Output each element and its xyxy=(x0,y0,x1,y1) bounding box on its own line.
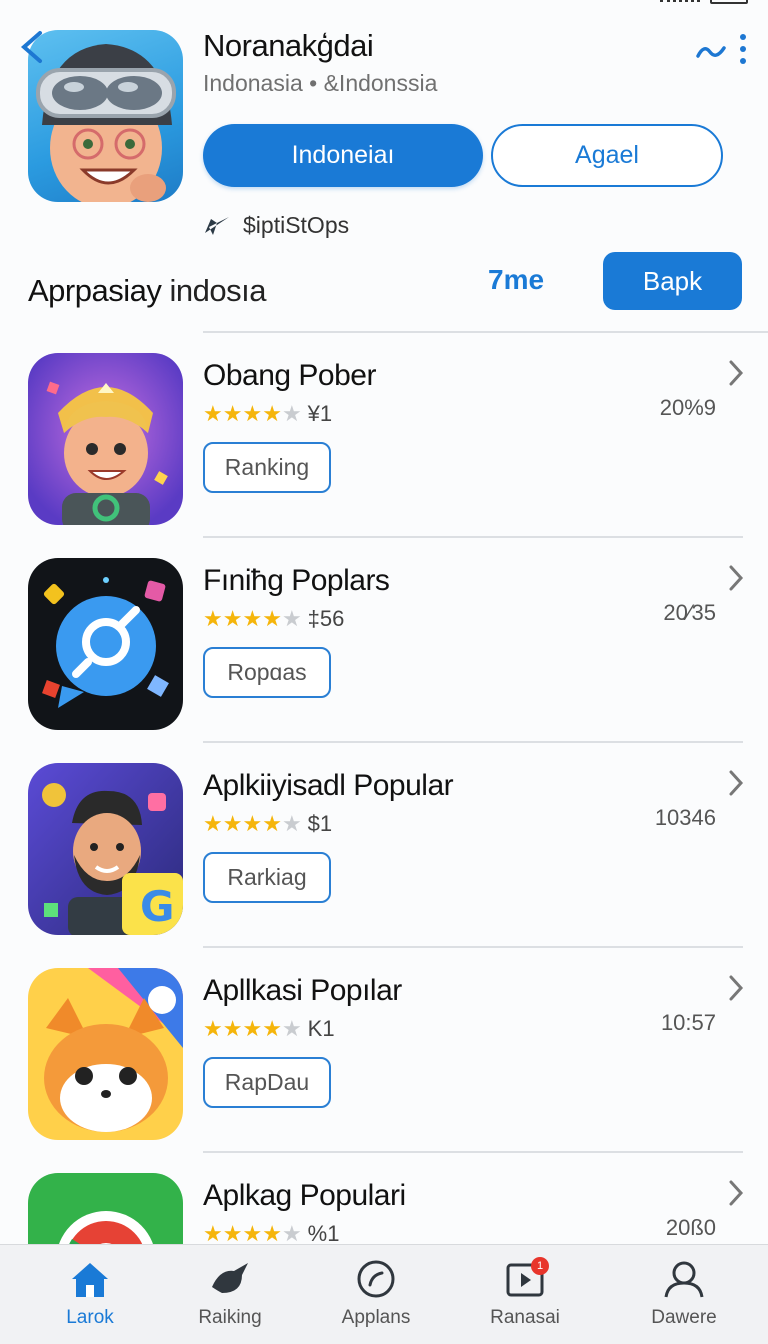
rating-count: $1 xyxy=(307,811,333,836)
ranking-tag-button[interactable]: Rarkiag xyxy=(203,852,331,903)
nav-label: Dawere xyxy=(651,1307,717,1328)
nav-label: Larok xyxy=(66,1307,114,1328)
list-item[interactable]: Obang Pober ★ ★ ★ ★ ★ ¥1 Ranking 20%9 xyxy=(0,333,768,538)
nav-tab-videos[interactable]: 1 Ranasai xyxy=(455,1245,595,1344)
signal-icon xyxy=(660,0,700,2)
rating-count: K1 xyxy=(307,1016,335,1041)
nav-label: Raiking xyxy=(198,1307,262,1328)
app-meta-value: 20⁄35 xyxy=(663,600,716,625)
ranking-tag-button[interactable]: Ranking xyxy=(203,442,331,493)
app-name: Fıniħg Poplars xyxy=(203,564,390,597)
app-name: Obang Pober xyxy=(203,359,376,392)
chevron-right-icon xyxy=(729,975,744,1001)
list-item[interactable]: Fıniħg Poplars ★ ★ ★ ★ ★ ‡56 Ropɑas 20⁄35 xyxy=(0,538,768,743)
app-icon-bearded-man: G xyxy=(28,763,183,935)
compass-icon xyxy=(357,1260,395,1298)
list-item[interactable]: G Aplkiiyisadl Popular ★ ★ ★ ★ ★ $1 Rarkiag … xyxy=(0,743,768,948)
nav-tab-profile[interactable]: Dawere xyxy=(614,1245,754,1344)
star-rating: ★ ★ ★ ★ ★ $1 xyxy=(203,811,333,836)
info-row: $iptiStOps xyxy=(203,210,349,240)
nav-label: Applans xyxy=(341,1307,411,1328)
app-title: Noranakģdai xyxy=(203,28,374,63)
nav-tab-apps[interactable]: Applans xyxy=(306,1245,446,1344)
app-meta-value: 10346 xyxy=(654,805,716,830)
back-chevron-icon[interactable] xyxy=(18,30,48,64)
app-subtitle: Indonasia • &Indonssia xyxy=(203,70,438,96)
star-rating: ★ ★ ★ ★ ★ ‡56 xyxy=(203,606,345,631)
rating-count: ‡56 xyxy=(307,606,345,631)
ranking-tag-button[interactable]: Ropɑas xyxy=(203,647,331,698)
section-link[interactable]: 7me xyxy=(488,264,544,296)
app-icon-search-bubble xyxy=(28,558,183,730)
send-arrow-icon xyxy=(205,217,229,235)
wave-icon xyxy=(696,46,726,58)
secondary-action-button[interactable]: Agael xyxy=(491,124,723,187)
section-button[interactable]: Bapk xyxy=(603,252,742,310)
app-icon-hero-boy xyxy=(28,353,183,525)
list-item[interactable]: Apllkasi Popılar ★ ★ ★ ★ ★ K1 RapDau 10:57 xyxy=(0,948,768,1153)
app-meta-value: 20ß0 xyxy=(665,1215,716,1240)
nav-tab-home[interactable]: Larok xyxy=(20,1245,160,1344)
app-name: Aplkiiyisadl Popular xyxy=(203,769,454,802)
home-icon xyxy=(72,1263,108,1297)
primary-action-button[interactable]: Indoneiaı xyxy=(203,124,483,187)
chevron-right-icon xyxy=(729,770,744,796)
more-options-button[interactable] xyxy=(696,34,746,70)
section-title: Aprpasiay indosıa xyxy=(28,273,266,308)
profile-icon xyxy=(664,1261,704,1298)
notification-badge: 1 xyxy=(531,1257,549,1275)
chevron-right-icon xyxy=(729,565,744,591)
chevron-right-icon xyxy=(729,360,744,386)
bottom-navigation: Larok Raiking Applans 1 Ranasai Dawere xyxy=(0,1244,768,1344)
info-text: $iptiStOps xyxy=(243,211,350,238)
chevron-right-icon xyxy=(729,1180,744,1206)
app-name: Aplkag Populari xyxy=(203,1179,406,1212)
app-meta-value: 10:57 xyxy=(660,1010,716,1035)
status-bar xyxy=(0,0,768,8)
battery-icon xyxy=(710,0,748,4)
app-name: Apllkasi Popılar xyxy=(203,974,402,1007)
bird-icon xyxy=(212,1263,248,1293)
svg-text:G: G xyxy=(140,882,174,931)
ranking-tag-button[interactable]: RapDau xyxy=(203,1057,331,1108)
kebab-menu-icon xyxy=(740,34,746,70)
rating-count: ¥1 xyxy=(307,401,333,426)
star-rating: ★ ★ ★ ★ ★ ¥1 xyxy=(203,401,333,426)
nav-tab-ranking[interactable]: Raiking xyxy=(160,1245,300,1344)
nav-label: Ranasai xyxy=(490,1307,560,1328)
star-rating: ★ ★ ★ ★ ★ K1 xyxy=(203,1016,335,1041)
app-meta-value: 20%9 xyxy=(659,395,716,420)
featured-app-icon[interactable] xyxy=(28,30,183,202)
app-icon-fox-cat xyxy=(28,968,183,1140)
